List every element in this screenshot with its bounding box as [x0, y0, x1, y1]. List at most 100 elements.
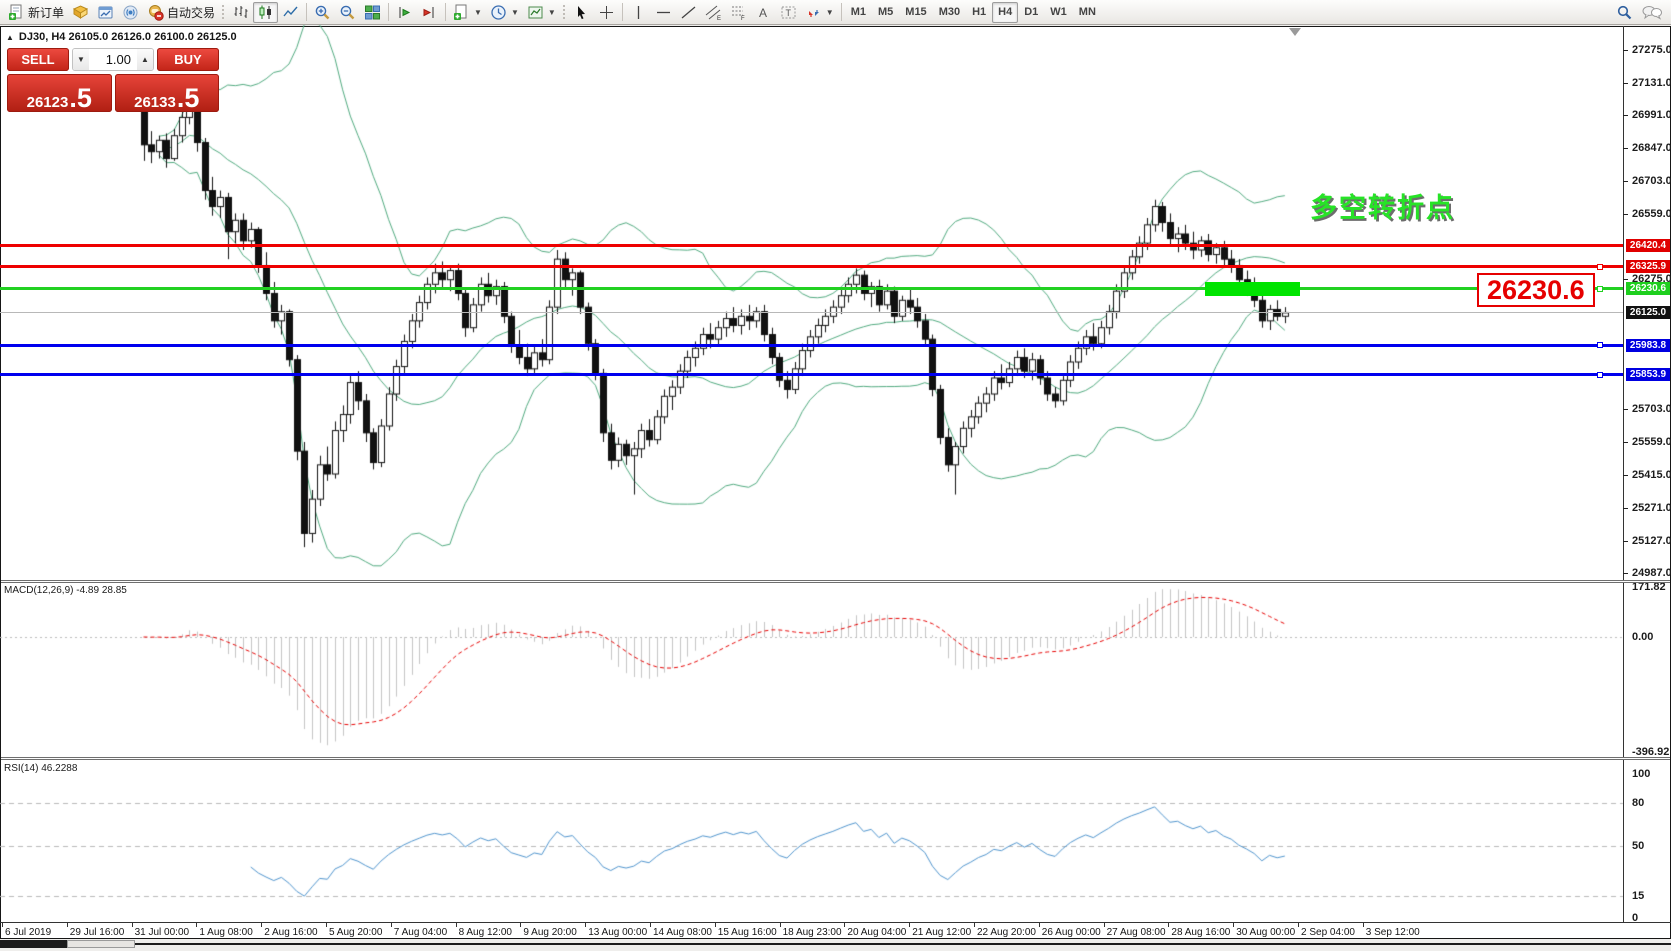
price-axis-tick — [1623, 508, 1628, 509]
volume-increase-button[interactable]: ▲ — [137, 49, 153, 70]
chart-shift-marker[interactable] — [1289, 28, 1301, 36]
time-axis-tick — [132, 923, 133, 927]
zoom-out-button[interactable] — [335, 2, 360, 23]
panel-splitter-rsi[interactable] — [1, 757, 1670, 760]
timeframe-button-D1[interactable]: D1 — [1018, 2, 1044, 23]
time-axis-label: 13 Aug 00:00 — [588, 927, 647, 938]
crosshair-button[interactable] — [594, 2, 619, 23]
volume-decrease-button[interactable]: ▼ — [73, 49, 89, 70]
chart-window — [0, 26, 1671, 939]
terminal-button[interactable] — [93, 2, 118, 23]
horizontal-line-object[interactable] — [0, 265, 1623, 268]
time-axis-tick — [520, 923, 521, 927]
time-axis-tick — [67, 923, 68, 927]
templates-button[interactable]: ▼ — [523, 2, 560, 23]
chart-shift-button[interactable] — [417, 2, 442, 23]
horizontal-line-icon — [655, 4, 672, 21]
channel-icon: E — [705, 4, 722, 21]
line-handle[interactable] — [1597, 264, 1603, 270]
timeframe-button-W1[interactable]: W1 — [1044, 2, 1073, 23]
candlestick-chart-button[interactable] — [253, 2, 278, 23]
panel-splitter-macd[interactable] — [1, 580, 1670, 583]
periods-button[interactable]: ▼ — [486, 2, 523, 23]
line-chart-button[interactable] — [278, 2, 303, 23]
buy-button[interactable]: BUY — [157, 48, 219, 71]
time-axis-label: 8 Aug 12:00 — [459, 927, 512, 938]
pivot-highlight-rect[interactable] — [1205, 282, 1300, 296]
timeframe-button-MN[interactable]: MN — [1073, 2, 1102, 23]
line-chart-icon — [282, 4, 299, 21]
time-axis-tick — [780, 923, 781, 927]
time-axis-tick — [391, 923, 392, 927]
horizontal-line-object[interactable] — [0, 244, 1623, 247]
timeframe-button-M15[interactable]: M15 — [899, 2, 932, 23]
sell-button[interactable]: SELL — [7, 48, 69, 71]
market-watch-button[interactable] — [68, 2, 93, 23]
buy-price[interactable]: 26133 .5 — [115, 74, 220, 112]
price-axis-tick-label: 25415.0 — [1632, 469, 1671, 481]
new-chart-button[interactable]: ▼ — [449, 2, 486, 23]
autotrading-button[interactable]: 自动交易 — [143, 2, 219, 23]
fibonacci-button[interactable]: F — [726, 2, 751, 23]
time-axis-label: 15 Aug 16:00 — [718, 927, 777, 938]
signals-button[interactable] — [118, 2, 143, 23]
trendline-icon — [680, 4, 697, 21]
timeframe-button-M5[interactable]: M5 — [872, 2, 899, 23]
zoom-in-icon — [314, 4, 331, 21]
line-handle[interactable] — [1597, 286, 1603, 292]
chat-button[interactable] — [1637, 2, 1667, 23]
timeframe-bar: M1M5M15M30H1H4D1W1MN — [845, 2, 1102, 23]
time-axis-tick — [1233, 923, 1234, 927]
vertical-line-button[interactable] — [626, 2, 651, 23]
timeframe-button-H4[interactable]: H4 — [992, 2, 1018, 23]
equidistant-channel-button[interactable]: E — [701, 2, 726, 23]
toolbar: 新订单 自动交易 — [0, 0, 1671, 25]
bar-chart-button[interactable] — [228, 2, 253, 23]
timeframe-button-M1[interactable]: M1 — [845, 2, 872, 23]
buy-price-frac: .5 — [177, 88, 200, 110]
zoom-in-button[interactable] — [310, 2, 335, 23]
trendline-button[interactable] — [676, 2, 701, 23]
new-order-button[interactable]: 新订单 — [4, 2, 68, 23]
price-axis-tick — [1623, 279, 1628, 280]
horizontal-line-object[interactable] — [0, 287, 1623, 290]
search-button[interactable] — [1612, 2, 1637, 23]
time-axis-tick — [2, 923, 3, 927]
price-badge: 25853.9 — [1626, 368, 1670, 381]
svg-text:T: T — [785, 8, 791, 18]
timeframe-button-M30[interactable]: M30 — [933, 2, 966, 23]
collapse-panel-arrow-icon[interactable]: ▲ — [6, 33, 14, 42]
price-axis-tick — [1623, 148, 1628, 149]
cursor-button[interactable] — [569, 2, 594, 23]
horizontal-line-object[interactable] — [0, 312, 1623, 313]
line-handle[interactable] — [1597, 372, 1603, 378]
auto-scroll-button[interactable] — [392, 2, 417, 23]
price-callout-box[interactable]: 26230.6 — [1477, 273, 1595, 307]
time-axis-tick — [1039, 923, 1040, 927]
time-axis-label: 28 Aug 16:00 — [1171, 927, 1230, 938]
horizontal-line-object[interactable] — [0, 373, 1623, 376]
price-axis-tick-label: 25271.0 — [1632, 502, 1671, 514]
scrollbar-track[interactable] — [0, 943, 1671, 945]
time-axis-label: 21 Aug 12:00 — [912, 927, 971, 938]
horizontal-line-button[interactable] — [651, 2, 676, 23]
time-axis-label: 2 Sep 04:00 — [1301, 927, 1355, 938]
text-label-button[interactable]: T — [776, 2, 801, 23]
price-axis-tick — [1623, 475, 1628, 476]
sell-price[interactable]: 26123 .5 — [7, 74, 112, 112]
svg-text:F: F — [741, 16, 745, 21]
line-handle[interactable] — [1597, 342, 1603, 348]
timeframe-button-H1[interactable]: H1 — [966, 2, 992, 23]
time-axis-label: 1 Aug 08:00 — [199, 927, 252, 938]
time-axis-tick — [1363, 923, 1364, 927]
text-button[interactable]: A — [751, 2, 776, 23]
chart-annotation-text[interactable]: 多空转折点 — [1310, 186, 1455, 225]
volume-value[interactable]: 1.00 — [89, 49, 137, 70]
time-axis-tick — [974, 923, 975, 927]
horizontal-line-object[interactable] — [0, 344, 1623, 347]
book-icon — [72, 4, 89, 21]
scrollbar-thumb[interactable] — [67, 940, 135, 948]
arrows-button[interactable]: ▼ — [801, 2, 838, 23]
tile-windows-button[interactable] — [360, 2, 385, 23]
chart-title: DJ30, H4 26105.0 26126.0 26100.0 26125.0 — [19, 31, 237, 43]
